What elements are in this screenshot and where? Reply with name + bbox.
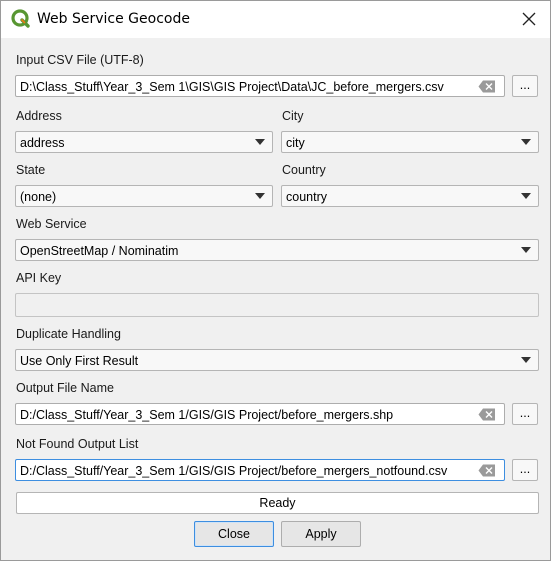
- city-label: City: [282, 109, 304, 123]
- output-file-field[interactable]: D:/Class_Stuff/Year_3_Sem 1/GIS/GIS Proj…: [15, 403, 505, 425]
- output-file-browse-button[interactable]: ...: [512, 403, 538, 425]
- web-service-label: Web Service: [16, 217, 87, 231]
- input-csv-field[interactable]: D:\Class_Stuff\Year_3_Sem 1\GIS\GIS Proj…: [15, 75, 505, 97]
- chevron-down-icon: [521, 247, 531, 253]
- state-value: (none): [20, 190, 57, 204]
- web-service-value: OpenStreetMap / Nominatim: [20, 244, 179, 258]
- web-service-combo[interactable]: OpenStreetMap / Nominatim: [15, 239, 539, 261]
- clear-text-icon[interactable]: [478, 408, 496, 421]
- state-label: State: [16, 163, 46, 177]
- close-icon[interactable]: [520, 10, 538, 28]
- close-button[interactable]: Close: [194, 521, 274, 547]
- state-combo[interactable]: (none): [15, 185, 273, 207]
- city-value: city: [286, 136, 305, 150]
- address-value: address: [20, 136, 65, 150]
- country-label: Country: [282, 163, 326, 177]
- input-csv-browse-button[interactable]: ...: [512, 75, 538, 97]
- duplicate-handling-label: Duplicate Handling: [16, 327, 121, 341]
- chevron-down-icon: [255, 139, 265, 145]
- dialog-window: Web Service Geocode Input CSV File (UTF-…: [0, 0, 551, 561]
- duplicate-handling-value: Use Only First Result: [20, 354, 139, 368]
- window-title: Web Service Geocode: [37, 11, 190, 27]
- qgis-logo-icon: [11, 9, 30, 28]
- address-combo[interactable]: address: [15, 131, 273, 153]
- chevron-down-icon: [255, 193, 265, 199]
- clear-text-icon[interactable]: [478, 464, 496, 477]
- input-csv-value: D:\Class_Stuff\Year_3_Sem 1\GIS\GIS Proj…: [20, 80, 444, 94]
- output-file-label: Output File Name: [16, 381, 114, 395]
- output-file-value: D:/Class_Stuff/Year_3_Sem 1/GIS/GIS Proj…: [20, 408, 394, 422]
- country-value: country: [286, 190, 327, 204]
- api-key-label: API Key: [16, 271, 62, 285]
- not-found-browse-button[interactable]: ...: [512, 459, 538, 481]
- not-found-value: D:/Class_Stuff/Year_3_Sem 1/GIS/GIS Proj…: [20, 464, 448, 478]
- not-found-label: Not Found Output List: [16, 437, 139, 451]
- city-combo[interactable]: city: [281, 131, 539, 153]
- apply-button[interactable]: Apply: [281, 521, 361, 547]
- status-bar: Ready: [16, 492, 539, 514]
- chevron-down-icon: [521, 357, 531, 363]
- not-found-field[interactable]: D:/Class_Stuff/Year_3_Sem 1/GIS/GIS Proj…: [15, 459, 505, 481]
- input-csv-label: Input CSV File (UTF-8): [16, 53, 144, 67]
- title-bar: Web Service Geocode: [1, 1, 550, 38]
- api-key-field[interactable]: [15, 293, 539, 317]
- country-combo[interactable]: country: [281, 185, 539, 207]
- clear-text-icon[interactable]: [478, 80, 496, 93]
- duplicate-handling-combo[interactable]: Use Only First Result: [15, 349, 539, 371]
- chevron-down-icon: [521, 193, 531, 199]
- address-label: Address: [16, 109, 62, 123]
- chevron-down-icon: [521, 139, 531, 145]
